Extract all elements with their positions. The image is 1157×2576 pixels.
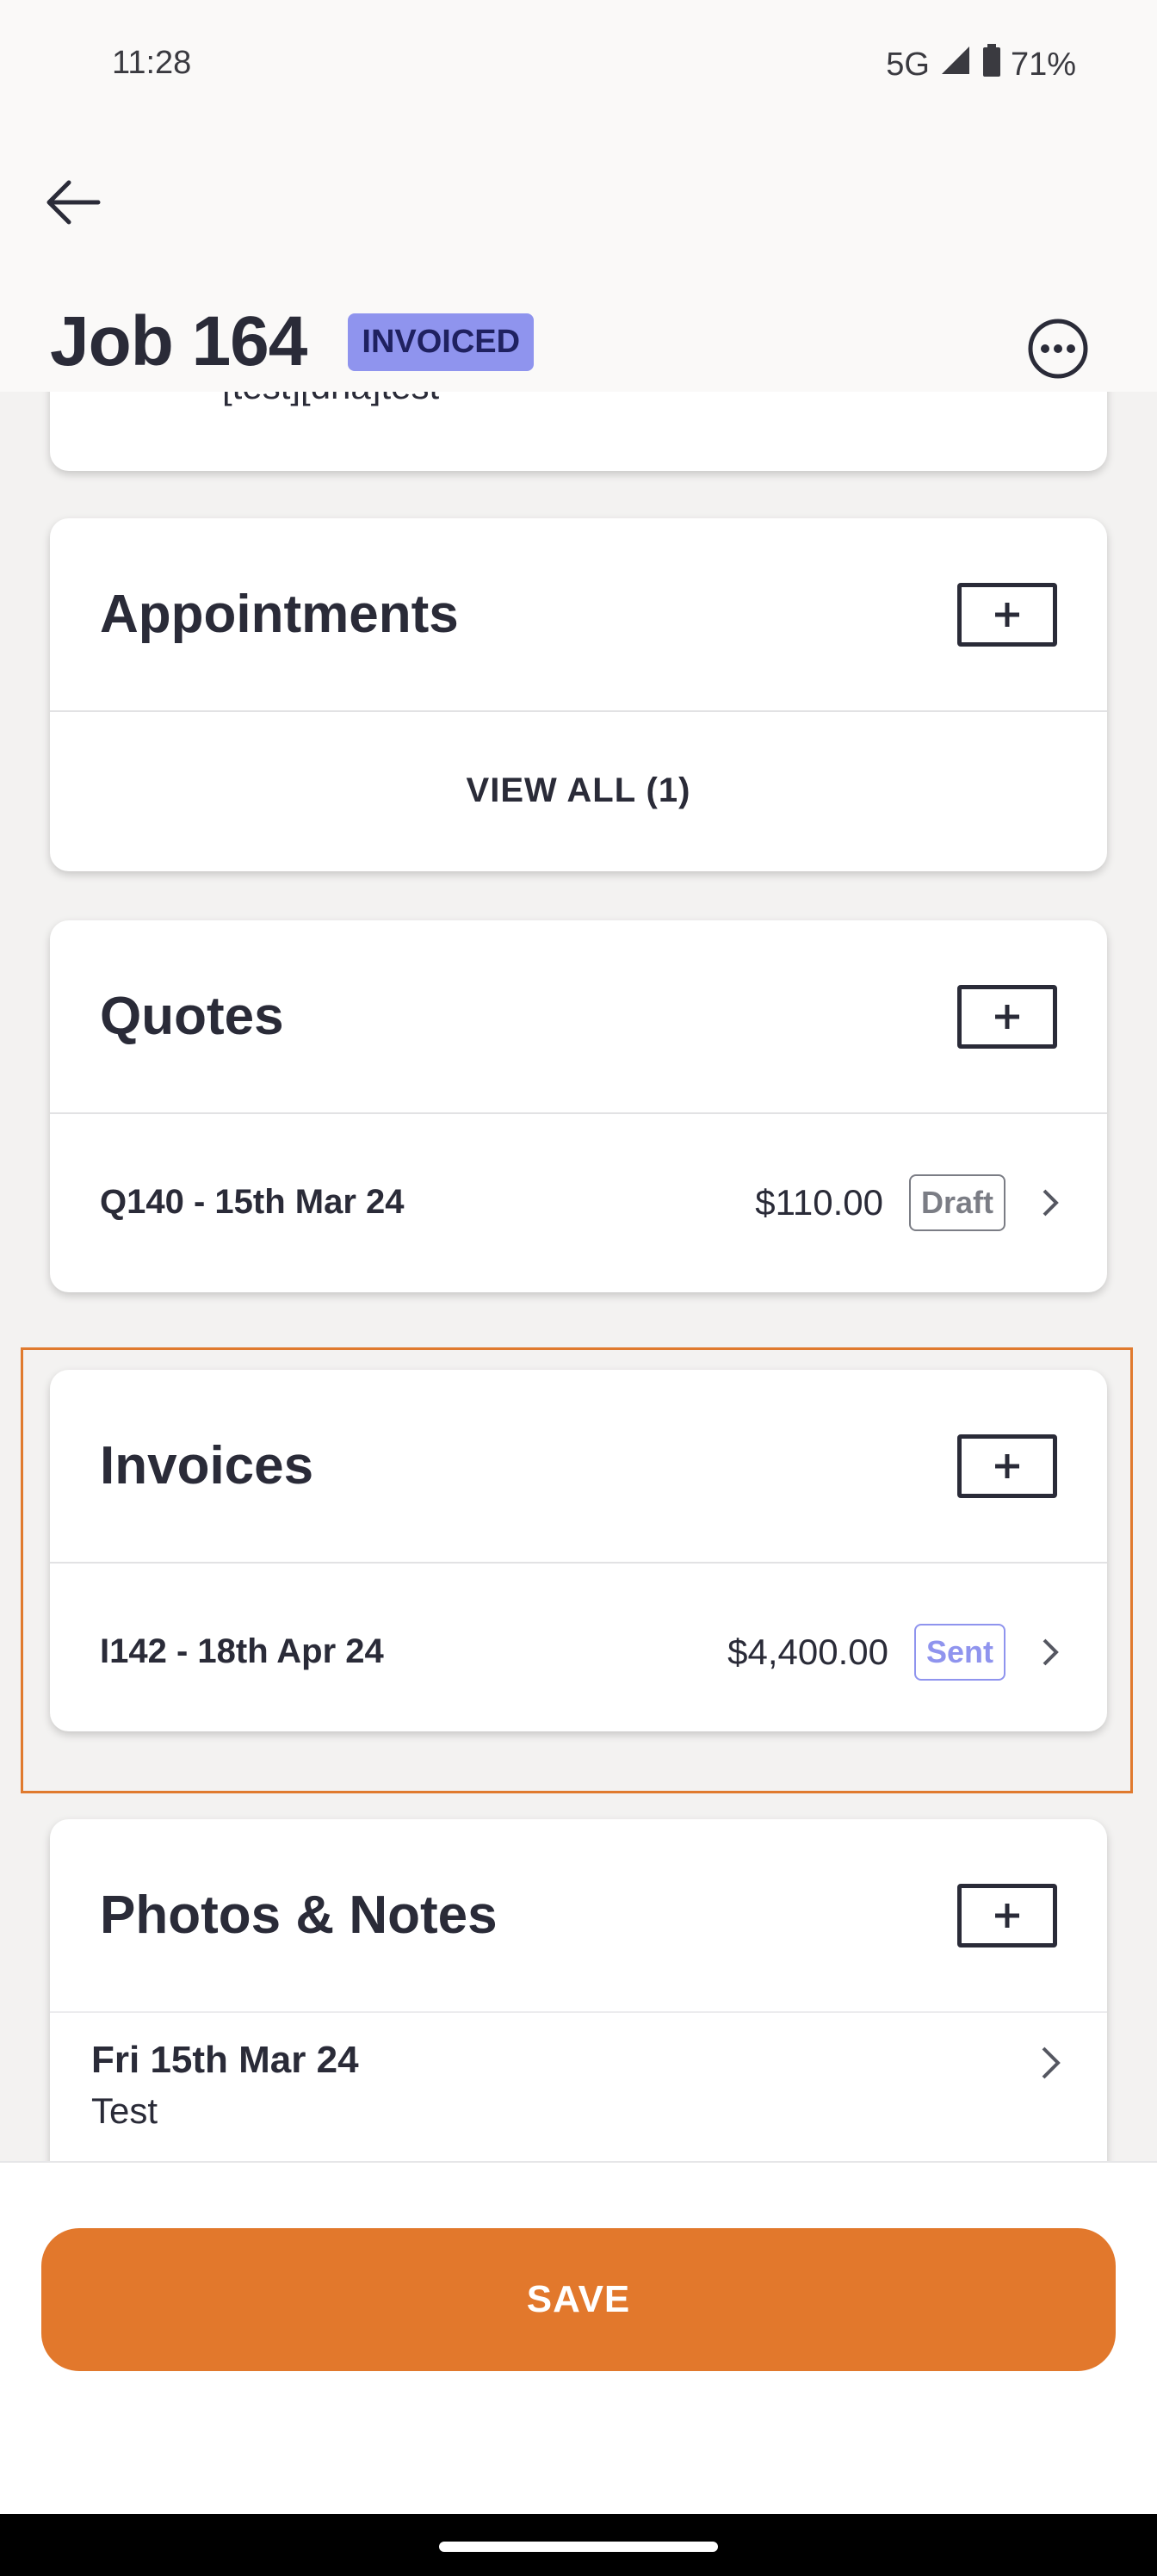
save-button[interactable]: SAVE [41,2228,1116,2371]
app-header: Job 164 INVOICED [0,129,1157,392]
appointments-header: Appointments [50,518,1107,712]
invoices-header: Invoices [50,1370,1107,1564]
title-row: Job 164 INVOICED [50,301,535,382]
invoice-row[interactable]: I142 - 18th Apr 24 $4,400.00 Sent [50,1564,1107,1731]
note-item[interactable]: Fri 15th Mar 24 Test [50,2013,1107,2132]
note-text: Test [91,2090,158,2131]
quote-label: Q140 - 15th Mar 24 [100,1183,405,1221]
battery-level: 71% [1010,46,1076,83]
view-all-appointments-button[interactable]: VIEW ALL (1) [50,712,1107,870]
invoice-label: I142 - 18th Apr 24 [100,1632,384,1670]
photos-notes-card: Photos & Notes Fri 15th Mar 24 Test [50,1819,1107,2161]
network-label: 5G [886,46,930,83]
quotes-header: Quotes [50,920,1107,1114]
quote-status-tag: Draft [908,1173,1005,1231]
battery-icon [981,43,1002,86]
home-gesture-handle[interactable] [439,2542,718,2552]
job-details-scroll[interactable]: [test][dna]test Appointments VIEW ALL (1… [0,392,1157,2161]
details-card: [test][dna]test [50,392,1107,471]
invoices-title: Invoices [100,1436,314,1495]
quote-amount: $110.00 [755,1181,883,1223]
more-horizontal-icon [1028,319,1088,379]
photos-notes-header: Photos & Notes [50,1819,1107,2013]
chevron-right-icon [1038,1635,1064,1669]
note-body: Fri 15th Mar 24 Test [91,2039,359,2132]
chevron-right-icon [1038,2046,1064,2080]
chevron-right-icon [1038,1186,1064,1220]
add-invoice-button[interactable] [957,1434,1057,1498]
plus-icon [995,1903,1019,1928]
system-navigation-bar [0,2514,1157,2576]
details-text: [test][dna]test [222,392,439,407]
photos-notes-title: Photos & Notes [100,1886,498,1945]
add-quote-button[interactable] [957,984,1057,1049]
status-indicators: 5G 71% [886,43,1076,86]
more-options-button[interactable] [1019,310,1097,387]
quotes-card: Quotes Q140 - 15th Mar 24 $110.00 Draft [50,920,1107,1292]
plus-icon [995,1453,1019,1478]
back-button[interactable] [34,164,112,241]
signal-icon [938,43,973,86]
note-date: Fri 15th Mar 24 [91,2039,359,2081]
status-time: 11:28 [112,45,192,81]
status-bar: 11:28 5G 71% [0,0,1157,129]
invoice-amount: $4,400.00 [727,1631,888,1672]
quotes-title: Quotes [100,987,284,1046]
quote-row[interactable]: Q140 - 15th Mar 24 $110.00 Draft [50,1114,1107,1291]
invoices-card: Invoices I142 - 18th Apr 24 $4,400.00 Se… [50,1370,1107,1731]
page-title: Job 164 [50,302,307,381]
status-badge: INVOICED [348,313,535,371]
appointments-title: Appointments [100,585,459,644]
plus-icon [995,1004,1019,1029]
add-photo-note-button[interactable] [957,1883,1057,1947]
invoice-status-tag: Sent [913,1623,1005,1681]
add-appointment-button[interactable] [957,582,1057,647]
appointments-card: Appointments VIEW ALL (1) [50,518,1107,871]
plus-icon [995,602,1019,627]
arrow-left-icon [46,180,101,225]
bottom-action-bar: SAVE [0,2161,1157,2514]
